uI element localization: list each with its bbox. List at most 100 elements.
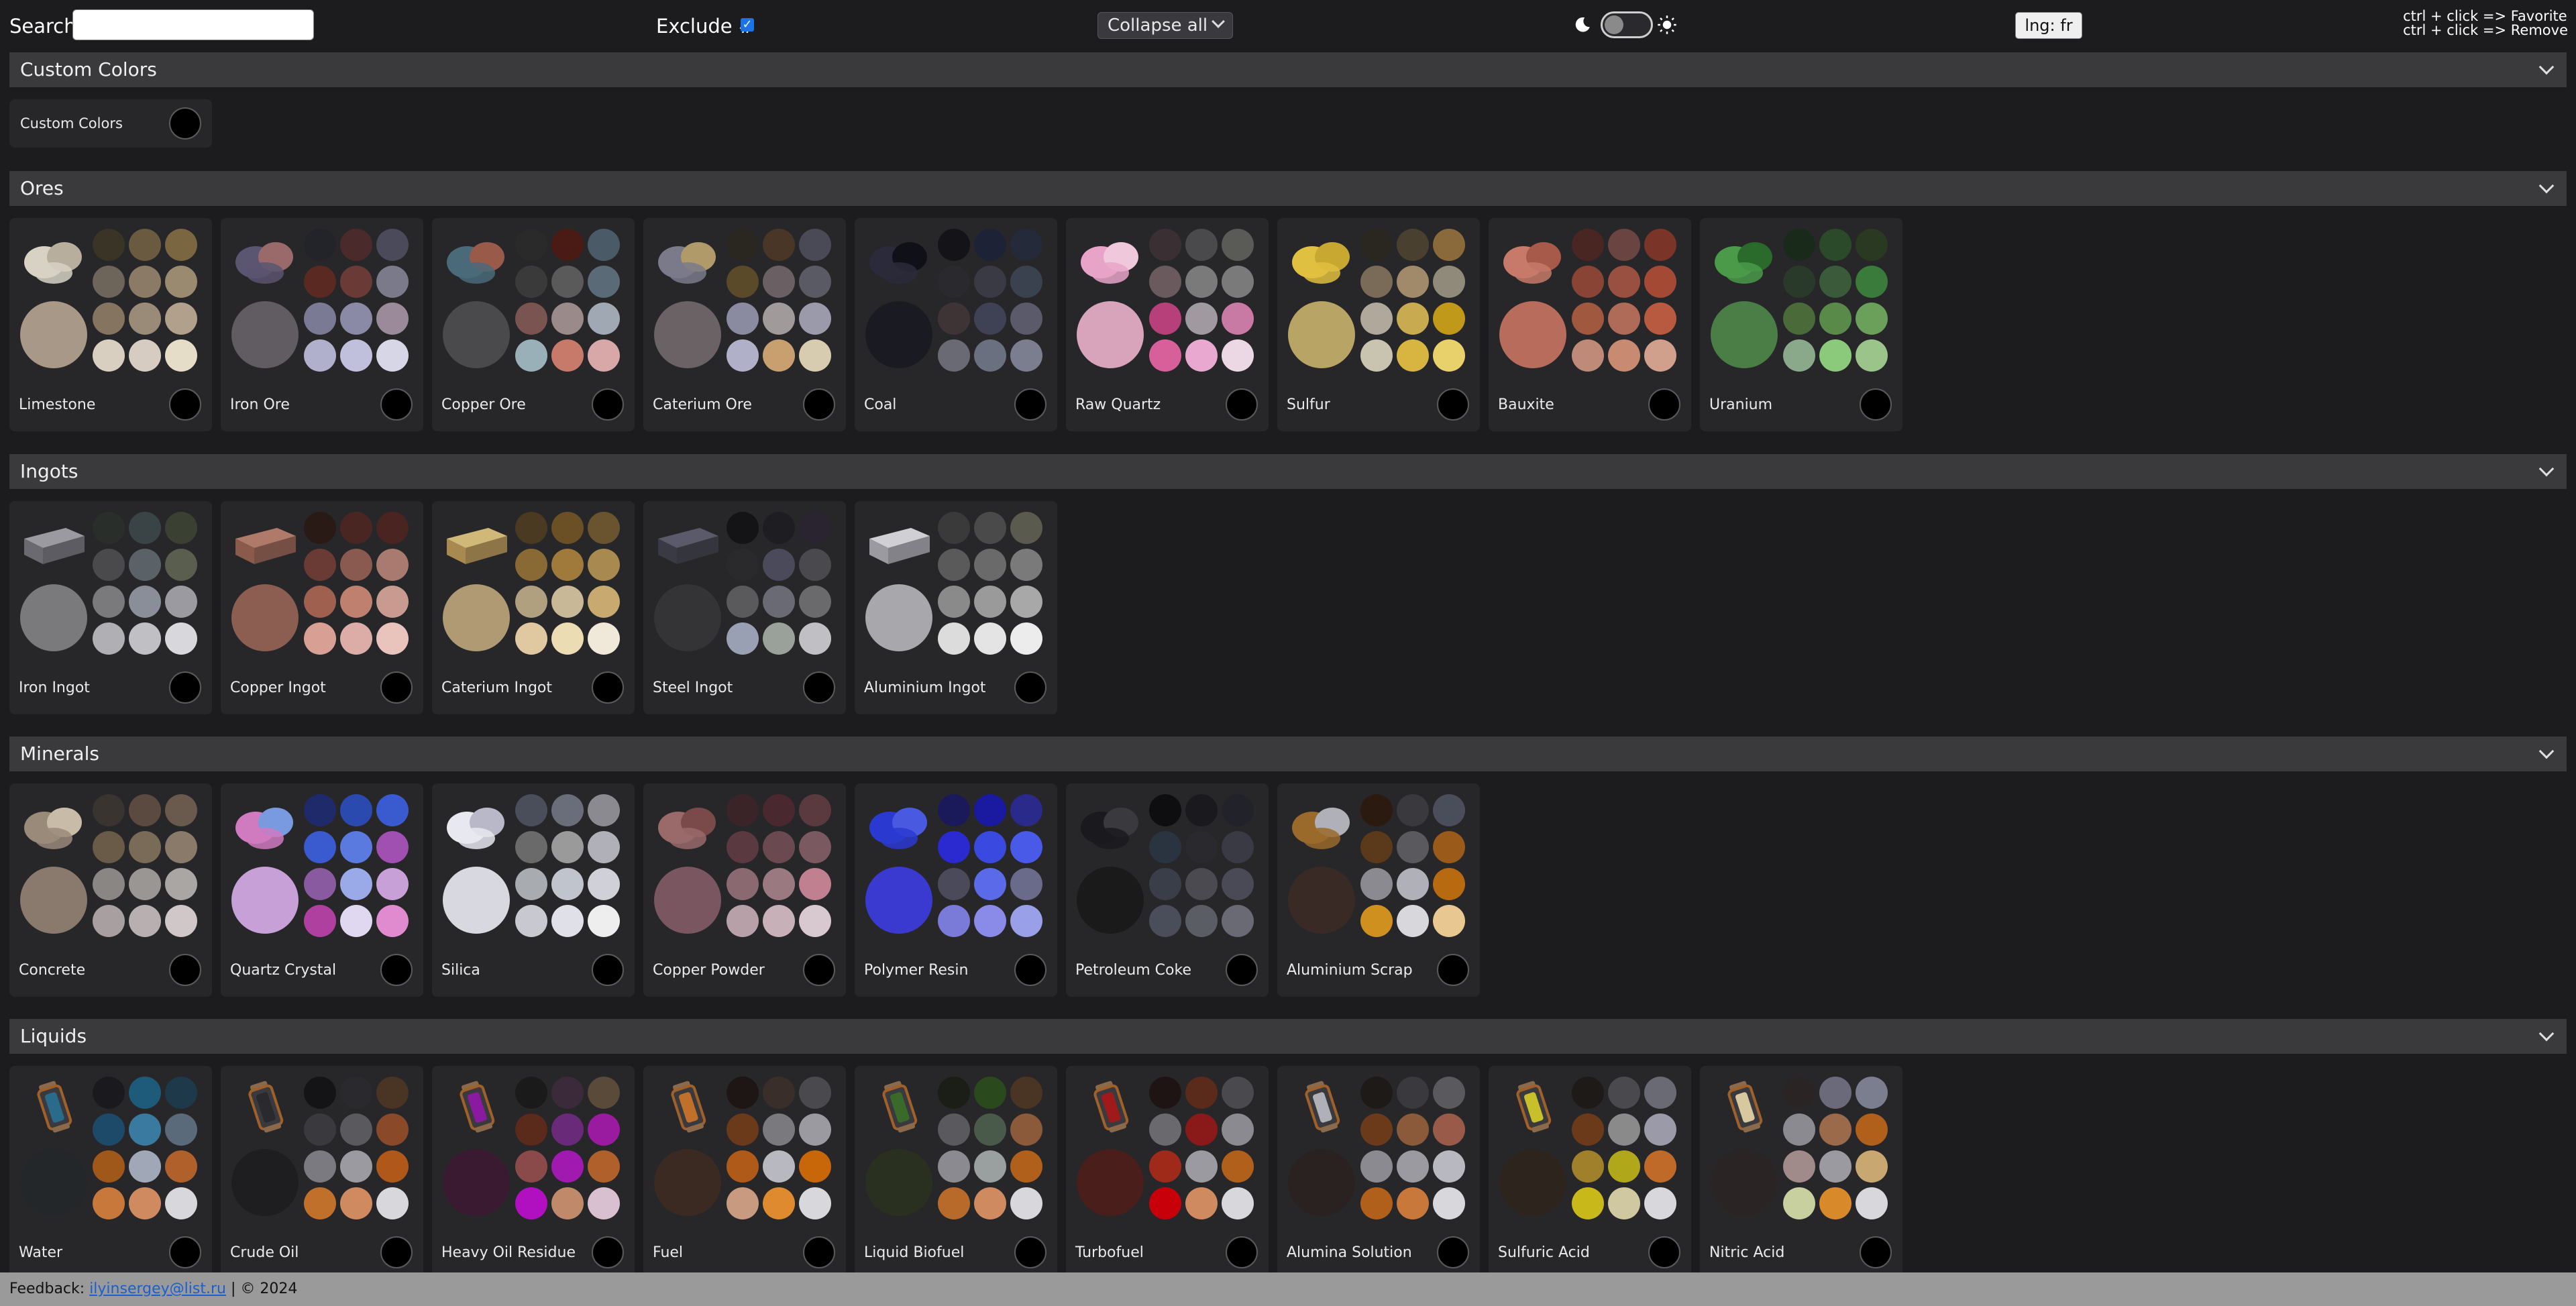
custom-color-swatch[interactable]	[592, 671, 624, 704]
color-swatch[interactable]	[340, 905, 372, 937]
color-swatch[interactable]	[1010, 586, 1042, 618]
custom-color-swatch[interactable]	[1014, 954, 1046, 986]
color-swatch[interactable]	[1608, 1113, 1640, 1146]
main-color-swatch[interactable]	[443, 301, 510, 368]
color-swatch[interactable]	[129, 831, 161, 863]
color-swatch[interactable]	[1608, 1187, 1640, 1219]
color-swatch[interactable]	[93, 303, 125, 335]
color-swatch[interactable]	[129, 586, 161, 618]
color-swatch[interactable]	[938, 303, 970, 335]
color-swatch[interactable]	[1644, 1150, 1676, 1183]
color-swatch[interactable]	[799, 622, 831, 655]
color-swatch[interactable]	[340, 868, 372, 900]
color-swatch[interactable]	[1010, 229, 1042, 261]
color-swatch[interactable]	[727, 1150, 759, 1183]
color-swatch[interactable]	[129, 339, 161, 372]
color-swatch[interactable]	[515, 905, 547, 937]
color-swatch[interactable]	[1856, 1077, 1888, 1109]
color-swatch[interactable]	[588, 1150, 620, 1183]
color-swatch[interactable]	[129, 868, 161, 900]
color-swatch[interactable]	[938, 622, 970, 655]
main-color-swatch[interactable]	[865, 301, 932, 368]
main-color-swatch[interactable]	[865, 584, 932, 651]
section-header[interactable]: Custom Colors	[9, 52, 2567, 87]
color-swatch[interactable]	[551, 868, 584, 900]
color-swatch[interactable]	[304, 622, 336, 655]
color-swatch[interactable]	[340, 512, 372, 544]
color-swatch[interactable]	[340, 831, 372, 863]
custom-color-swatch[interactable]	[1437, 388, 1469, 421]
color-swatch[interactable]	[340, 622, 372, 655]
color-swatch[interactable]	[515, 1187, 547, 1219]
color-swatch[interactable]	[93, 229, 125, 261]
custom-color-swatch[interactable]	[592, 388, 624, 421]
color-swatch[interactable]	[129, 229, 161, 261]
color-swatch[interactable]	[1360, 1113, 1393, 1146]
color-swatch[interactable]	[1397, 905, 1429, 937]
color-swatch[interactable]	[304, 1150, 336, 1183]
color-swatch[interactable]	[165, 1077, 197, 1109]
color-swatch[interactable]	[165, 229, 197, 261]
main-color-swatch[interactable]	[20, 584, 87, 651]
color-swatch[interactable]	[1149, 1187, 1181, 1219]
color-swatch[interactable]	[1819, 339, 1851, 372]
color-swatch[interactable]	[551, 229, 584, 261]
color-swatch[interactable]	[93, 622, 125, 655]
color-swatch[interactable]	[1783, 303, 1815, 335]
color-swatch[interactable]	[376, 905, 409, 937]
color-swatch[interactable]	[376, 512, 409, 544]
main-color-swatch[interactable]	[865, 1149, 932, 1216]
color-swatch[interactable]	[129, 1077, 161, 1109]
color-swatch[interactable]	[376, 1150, 409, 1183]
color-swatch[interactable]	[515, 266, 547, 298]
color-swatch[interactable]	[304, 512, 336, 544]
color-swatch[interactable]	[974, 622, 1006, 655]
main-color-swatch[interactable]	[231, 867, 299, 934]
color-swatch[interactable]	[1433, 905, 1465, 937]
color-swatch[interactable]	[1644, 266, 1676, 298]
color-swatch[interactable]	[340, 586, 372, 618]
color-swatch[interactable]	[1149, 229, 1181, 261]
exclude-checkbox[interactable]: ✓	[741, 18, 754, 32]
color-swatch[interactable]	[588, 831, 620, 863]
main-color-swatch[interactable]	[20, 301, 87, 368]
color-swatch[interactable]	[974, 339, 1006, 372]
color-swatch[interactable]	[515, 794, 547, 826]
color-swatch[interactable]	[340, 1150, 372, 1183]
color-swatch[interactable]	[93, 266, 125, 298]
color-swatch[interactable]	[1360, 303, 1393, 335]
color-swatch[interactable]	[763, 794, 795, 826]
custom-color-swatch[interactable]	[803, 388, 835, 421]
color-swatch[interactable]	[763, 549, 795, 581]
color-swatch[interactable]	[588, 1113, 620, 1146]
color-swatch[interactable]	[93, 794, 125, 826]
color-swatch[interactable]	[1222, 266, 1254, 298]
color-swatch[interactable]	[1819, 303, 1851, 335]
color-swatch[interactable]	[799, 339, 831, 372]
main-color-swatch[interactable]	[1077, 301, 1144, 368]
custom-color-swatch[interactable]	[380, 671, 413, 704]
custom-color-swatch[interactable]	[380, 388, 413, 421]
color-swatch[interactable]	[1149, 831, 1181, 863]
color-swatch[interactable]	[515, 831, 547, 863]
color-swatch[interactable]	[763, 229, 795, 261]
section-header[interactable]: Ores	[9, 171, 2567, 206]
color-swatch[interactable]	[1433, 1113, 1465, 1146]
custom-color-swatch[interactable]	[169, 671, 201, 704]
color-swatch[interactable]	[974, 905, 1006, 937]
color-swatch[interactable]	[1644, 1077, 1676, 1109]
color-swatch[interactable]	[938, 266, 970, 298]
color-swatch[interactable]	[129, 1150, 161, 1183]
color-swatch[interactable]	[1819, 266, 1851, 298]
custom-color-swatch[interactable]	[169, 1236, 201, 1268]
color-swatch[interactable]	[1397, 229, 1429, 261]
color-swatch[interactable]	[376, 266, 409, 298]
color-swatch[interactable]	[129, 303, 161, 335]
color-swatch[interactable]	[727, 831, 759, 863]
color-swatch[interactable]	[799, 1113, 831, 1146]
main-color-swatch[interactable]	[231, 301, 299, 368]
color-swatch[interactable]	[1360, 229, 1393, 261]
color-swatch[interactable]	[1222, 1187, 1254, 1219]
color-swatch[interactable]	[1010, 831, 1042, 863]
main-color-swatch[interactable]	[1499, 1149, 1566, 1216]
